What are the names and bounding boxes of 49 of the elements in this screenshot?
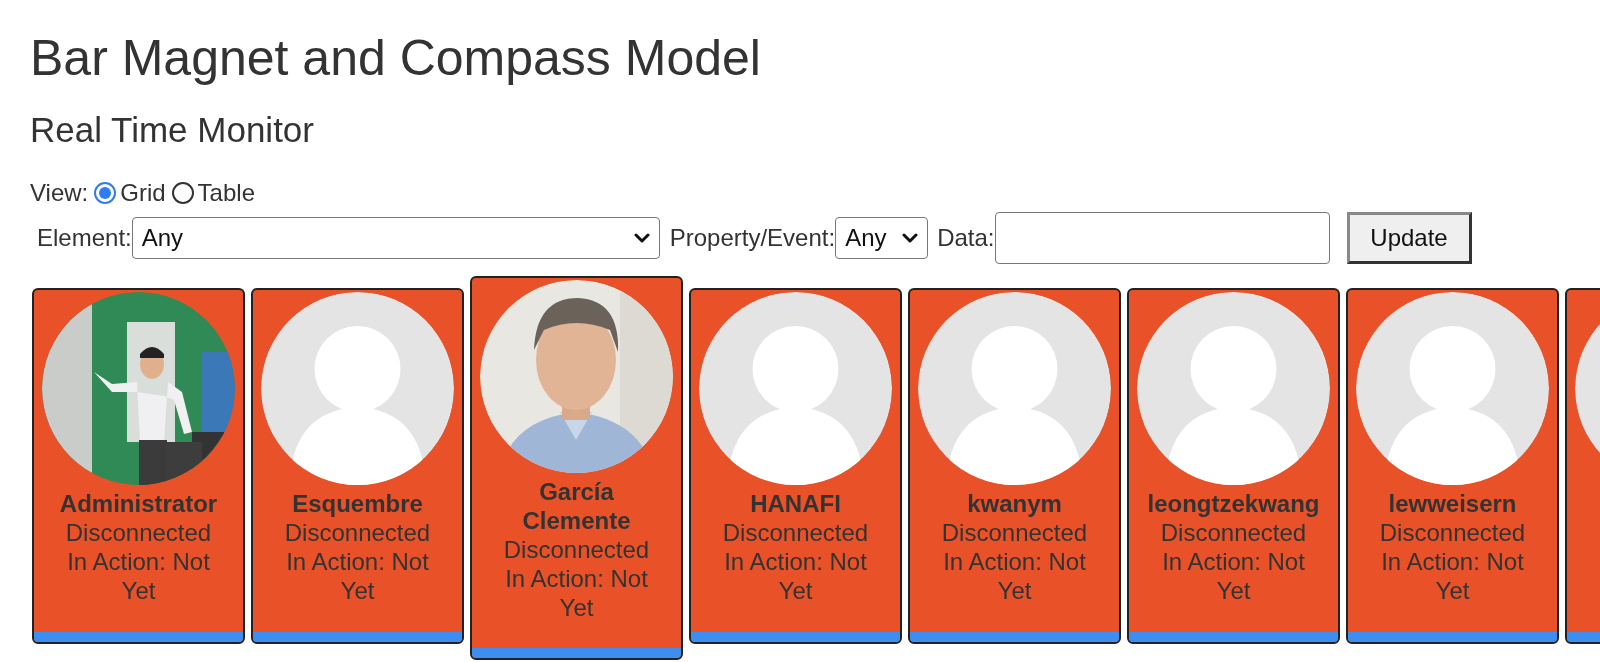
status-text: Disconnected [65,518,212,547]
avatar-placeholder-icon [1137,292,1330,485]
action-text: In Action: Not Yet [285,547,430,605]
view-label: View: [30,178,89,208]
status-text: Disconnected [722,518,869,547]
property-select[interactable]: Any [835,217,929,259]
action-text: In Action: Not Yet [942,547,1087,605]
user-name: Administrator [58,489,219,518]
user-card[interactable]: lewweisern Disconnected In Action: Not Yet [1346,288,1559,644]
chevron-icon [902,233,919,243]
status-text: Disconnected [503,535,650,564]
radio-label[interactable]: Table [197,178,255,208]
user-card[interactable]: Esquembre Disconnected In Action: Not Yet [251,288,464,644]
status-text: Disconnected [941,518,1088,547]
user-name: Esquembre [291,489,424,518]
data-field[interactable] [994,212,1330,264]
action-text: In Action: Not Yet [723,547,868,605]
status-text: Disconnected [1160,518,1307,547]
update-button[interactable]: Update [1346,212,1472,264]
avatar-placeholder-icon [1356,292,1549,485]
user-card[interactable]: leongtzekwang Disconnected In Action: Not Yet [1127,288,1340,644]
action-text: In Action: Not Yet [504,564,649,622]
radio-button[interactable] [94,182,117,204]
user-name: leongtzekwang [1146,489,1321,518]
user-name: kwanym [966,489,1063,518]
page-title: Bar Magnet and Compass Model [30,29,761,88]
element-select[interactable]: Any [131,217,660,259]
radio-button[interactable] [171,182,194,204]
element-label: Element: [37,223,132,253]
user-card[interactable]: kwanym Disconnected In Action: Not Yet [908,288,1121,644]
chevron-icon [633,233,650,243]
user-card[interactable]: Administrator Disconnected In Action: Not Yet [32,288,245,644]
property-label: Property/Event: [669,223,836,253]
user-name: lewweisern [1387,489,1518,518]
avatar-placeholder-icon [918,292,1111,485]
action-text: In Action: Not Yet [1380,547,1525,605]
action-text: In Action: Not Yet [1161,547,1306,605]
user-card[interactable]: García Clemente Disconnected In Action: Not Yet [470,276,683,660]
user-name: García Clemente [521,477,632,535]
user-name: HANAFI [749,489,842,518]
avatar-placeholder-icon [261,292,454,485]
status-text: Disconnected [284,518,431,547]
radio-label[interactable]: Grid [120,178,166,208]
page-subtitle: Real Time Monitor [30,109,314,151]
user-card[interactable]: HANAFI Disconnected In Action: Not Yet [689,288,902,644]
action-text: In Action: Not Yet [66,547,211,605]
status-text: Disconnected [1379,518,1526,547]
avatar-placeholder-icon [699,292,892,485]
data-label: Data: [937,223,995,253]
